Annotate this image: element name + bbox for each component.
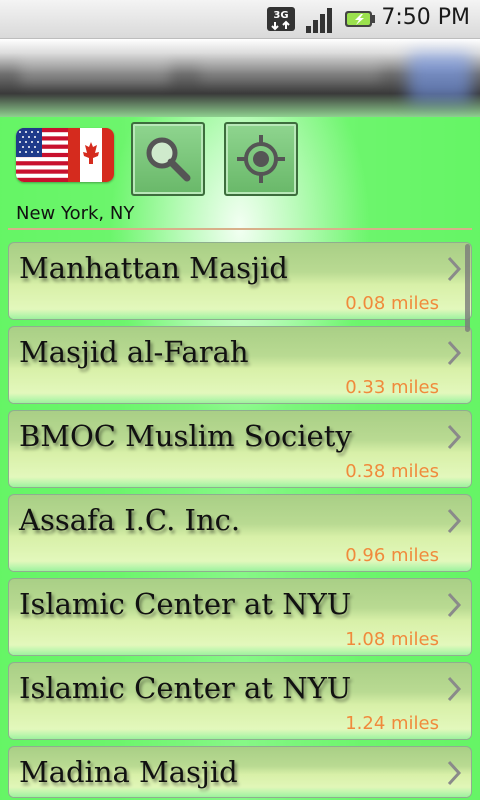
3g-data-icon: 3G bbox=[267, 7, 295, 31]
mosque-distance: 1.24 miles bbox=[345, 713, 439, 734]
mosque-name: Islamic Center at NYU bbox=[19, 671, 352, 705]
list-item[interactable]: Madina Masjid bbox=[8, 746, 472, 798]
chevron-right-icon bbox=[447, 676, 462, 702]
mosque-name: Manhattan Masjid bbox=[19, 251, 288, 285]
current-location-label: New York, NY bbox=[16, 203, 135, 224]
usa-canada-flag-icon bbox=[16, 128, 114, 182]
chevron-right-icon bbox=[447, 760, 462, 786]
divider bbox=[8, 228, 472, 230]
chevron-right-icon bbox=[447, 256, 462, 282]
banner-ad[interactable] bbox=[0, 39, 480, 117]
mosque-distance: 1.08 miles bbox=[345, 629, 439, 650]
mosque-distance: 0.38 miles bbox=[345, 461, 439, 482]
crosshair-target-icon bbox=[237, 135, 285, 183]
battery-charging-icon bbox=[345, 11, 375, 27]
mosque-name: Masjid al-Farah bbox=[19, 335, 249, 369]
chevron-right-icon bbox=[447, 508, 462, 534]
chevron-right-icon bbox=[447, 424, 462, 450]
mosque-distance: 0.33 miles bbox=[345, 377, 439, 398]
network-type-label: 3G bbox=[273, 10, 288, 21]
list-item[interactable]: BMOC Muslim Society 0.38 miles bbox=[8, 410, 472, 488]
mosque-distance: 0.08 miles bbox=[345, 293, 439, 314]
search-button[interactable] bbox=[131, 122, 205, 196]
country-flag-button[interactable] bbox=[16, 128, 114, 182]
locate-me-button[interactable] bbox=[224, 122, 298, 196]
signal-strength-icon bbox=[306, 8, 332, 33]
mosque-name: Assafa I.C. Inc. bbox=[19, 503, 241, 537]
list-scrollbar[interactable] bbox=[465, 244, 470, 332]
list-item[interactable]: Masjid al-Farah 0.33 miles bbox=[8, 326, 472, 404]
chevron-right-icon bbox=[447, 340, 462, 366]
list-item[interactable]: Manhattan Masjid 0.08 miles bbox=[8, 242, 472, 320]
mosque-distance: 0.96 miles bbox=[345, 545, 439, 566]
chevron-right-icon bbox=[447, 592, 462, 618]
mosque-name: Islamic Center at NYU bbox=[19, 587, 352, 621]
list-item[interactable]: Assafa I.C. Inc. 0.96 miles bbox=[8, 494, 472, 572]
status-time: 7:50 PM bbox=[381, 5, 470, 30]
mosque-name: Madina Masjid bbox=[19, 755, 238, 789]
list-item[interactable]: Islamic Center at NYU 1.24 miles bbox=[8, 662, 472, 740]
mosque-name: BMOC Muslim Society bbox=[19, 419, 352, 453]
list-item[interactable]: Islamic Center at NYU 1.08 miles bbox=[8, 578, 472, 656]
status-bar: 3G 7:50 PM bbox=[0, 0, 480, 39]
magnifier-icon bbox=[146, 137, 191, 182]
